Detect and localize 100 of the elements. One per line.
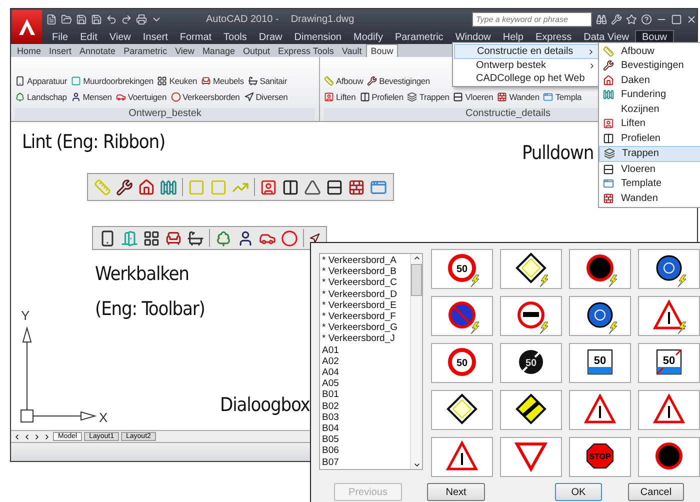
close-icon[interactable]: [686, 14, 697, 25]
maximize-icon[interactable]: [671, 14, 682, 25]
ribbon-item[interactable]: Muurdoorbrekingen: [71, 76, 154, 86]
scroll-up-icon[interactable]: [412, 254, 420, 262]
ribbon-item[interactable]: Afbouw: [324, 76, 364, 86]
list-item[interactable]: * Verkeersbord_B: [322, 266, 408, 278]
ribbon-item[interactable]: Sanitair: [248, 76, 287, 86]
star-icon[interactable]: [626, 14, 637, 25]
ribbon-item[interactable]: Bevestigingen: [367, 76, 430, 86]
ribbon-item[interactable]: Diversen: [244, 92, 288, 102]
menu-item[interactable]: Fundering: [599, 88, 700, 102]
sign-tile[interactable]: 50: [569, 343, 631, 383]
sign-tile[interactable]: 50: [500, 343, 562, 383]
list-item[interactable]: * Verkeersbord_G: [322, 322, 408, 334]
sign-tile[interactable]: [638, 437, 700, 477]
ribbon-tab[interactable]: Bouw: [366, 44, 398, 57]
redo-icon[interactable]: [121, 14, 132, 25]
menu-item[interactable]: Parametric: [388, 30, 450, 44]
menu-item[interactable]: Tools: [218, 30, 253, 44]
menu-item[interactable]: Express: [529, 30, 578, 44]
help-icon[interactable]: [641, 14, 652, 25]
traffic-sign-drawing[interactable]: 50: [580, 345, 620, 381]
page-icon[interactable]: [46, 14, 57, 25]
list-item[interactable]: A05: [322, 378, 408, 390]
sign-tile[interactable]: [431, 390, 493, 430]
list-item[interactable]: * Verkeersbord_A: [322, 255, 408, 266]
menu-item[interactable]: Window: [449, 30, 497, 44]
folder-icon[interactable]: [61, 14, 72, 25]
list-item[interactable]: B06: [322, 445, 408, 457]
sign-tile[interactable]: [431, 296, 493, 336]
menu-item[interactable]: View: [103, 30, 137, 44]
dialog-button[interactable]: Next: [427, 483, 485, 501]
sign-tile[interactable]: [638, 249, 700, 289]
scroll-thumb[interactable]: [411, 264, 422, 296]
wrench-icon[interactable]: [611, 14, 622, 25]
sign-tile[interactable]: [500, 296, 562, 336]
ribbon-item[interactable]: Apparatuur: [15, 76, 68, 86]
menu-item[interactable]: Template: [599, 176, 700, 191]
traffic-sign-drawing[interactable]: 50: [511, 345, 551, 381]
scrollbar[interactable]: [410, 254, 422, 469]
ribbon-tab[interactable]: Parametric: [120, 45, 172, 57]
save-icon[interactable]: [91, 14, 102, 25]
sign-tile[interactable]: 50: [638, 343, 700, 383]
ribbon-item[interactable]: Wanden: [497, 92, 540, 102]
ribbon-item[interactable]: Meubels: [201, 76, 244, 86]
ribbon-item[interactable]: Verkeersborden: [170, 92, 240, 102]
ribbon-item[interactable]: Landschap: [15, 92, 67, 102]
list-item[interactable]: B05: [322, 434, 408, 446]
ribbon-item[interactable]: Voertuigen: [116, 92, 166, 102]
ribbon-tab[interactable]: Home: [13, 45, 46, 57]
list-item[interactable]: * Verkeersbord_E: [322, 300, 408, 312]
menu-item[interactable]: Insert: [136, 30, 174, 44]
sign-tile[interactable]: STOP: [569, 437, 631, 477]
list-item[interactable]: A01: [322, 344, 408, 356]
menu-item[interactable]: File: [46, 30, 74, 44]
sign-tile[interactable]: 50: [431, 249, 493, 289]
menu-item[interactable]: Edit: [74, 30, 104, 44]
undo-icon[interactable]: [106, 14, 117, 25]
sign-tile[interactable]: [500, 249, 562, 289]
menu-item[interactable]: Vloeren: [599, 162, 700, 176]
traffic-sign-drawing[interactable]: 50: [649, 345, 689, 381]
traffic-sign-drawing[interactable]: STOP: [580, 439, 620, 475]
menu-item[interactable]: Trappen: [599, 146, 700, 162]
list-item[interactable]: * Verkeersbord_D: [322, 288, 408, 300]
menu-item[interactable]: Modify: [348, 30, 389, 44]
ribbon-item[interactable]: Profielen: [360, 92, 404, 102]
sign-tile[interactable]: [500, 390, 562, 430]
binoculars-icon[interactable]: [596, 14, 607, 25]
ribbon-tab[interactable]: Output: [238, 45, 274, 57]
menu-item[interactable]: Draw: [252, 30, 288, 44]
print-icon[interactable]: [136, 14, 147, 25]
sign-tile[interactable]: [569, 390, 631, 430]
sign-tile[interactable]: [500, 437, 562, 477]
save-icon[interactable]: [76, 14, 87, 25]
menu-item[interactable]: Format: [174, 30, 218, 44]
ribbon-item[interactable]: Mensen: [70, 92, 112, 102]
sign-tile[interactable]: 50: [431, 343, 493, 383]
sign-tile[interactable]: [638, 390, 700, 430]
list-item[interactable]: * Verkeersbord_F: [322, 311, 408, 322]
scroll-down-icon[interactable]: [412, 461, 420, 469]
sign-tile[interactable]: [431, 437, 493, 477]
list-item[interactable]: B07: [322, 456, 408, 468]
ribbon-item[interactable]: Vloeren: [453, 92, 494, 102]
search-field[interactable]: Type a keyword or phrase: [472, 12, 592, 27]
ribbon-item[interactable]: Keuken: [157, 76, 198, 86]
menu-item[interactable]: Daken: [599, 73, 700, 88]
list-item[interactable]: B01: [322, 389, 408, 401]
ribbon-tab[interactable]: Annotate: [76, 45, 120, 57]
ribbon-tab[interactable]: Insert: [45, 45, 76, 57]
sign-tile[interactable]: [638, 296, 700, 336]
app-logo[interactable]: [12, 10, 42, 43]
menu-item[interactable]: Ontwerp bestek: [454, 59, 600, 72]
list-item[interactable]: * Verkeersbord_J: [322, 333, 408, 345]
menu-item[interactable]: Data View: [578, 30, 635, 44]
menu-item[interactable]: CADCollege op het Web: [454, 72, 600, 85]
ribbon-tab[interactable]: Manage: [198, 45, 239, 57]
menu-item[interactable]: Bevestigingen: [599, 58, 700, 73]
list-item[interactable]: A04: [322, 367, 408, 378]
menu-item[interactable]: Dimension: [288, 30, 348, 44]
list-item[interactable]: B03: [322, 412, 408, 424]
